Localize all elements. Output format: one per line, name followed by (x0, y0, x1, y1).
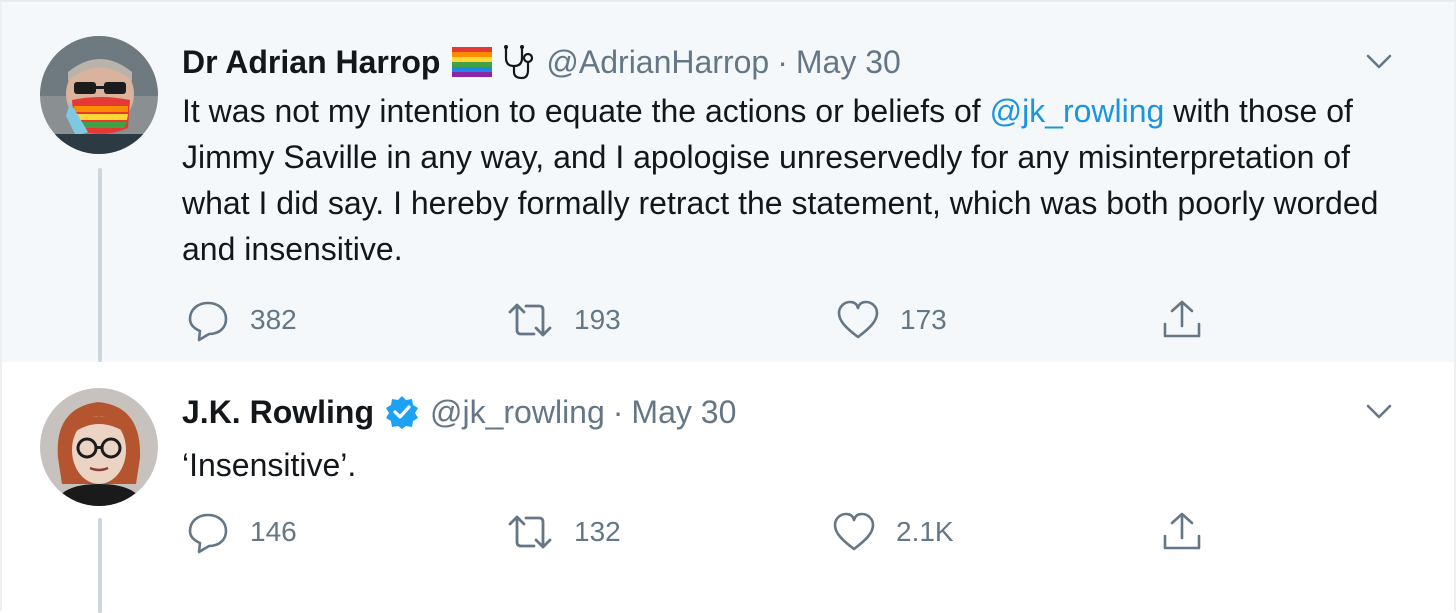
tweet-header: Dr Adrian Harrop @AdrianHarrop · May 30 (182, 42, 901, 82)
like-button[interactable]: 2.1K (832, 508, 954, 556)
heart-icon (837, 300, 879, 339)
retweet-button[interactable]: 132 (506, 508, 621, 556)
share-icon (1163, 512, 1201, 550)
reply-icon (188, 301, 228, 342)
retweet-count: 193 (574, 304, 621, 335)
tweet-actions: 382 193 173 (2, 296, 1454, 344)
heart-icon (833, 512, 875, 551)
avatar[interactable] (40, 36, 158, 154)
retweet-icon (508, 515, 552, 549)
tweet-text: ‘Insensitive’. (182, 447, 357, 483)
retweet-icon (508, 303, 552, 337)
avatar[interactable] (40, 388, 158, 506)
like-button[interactable]: 173 (836, 296, 947, 344)
reply-count: 382 (250, 304, 297, 335)
tweet-text: It was not my intention to equate the ac… (182, 88, 1402, 272)
mention-link[interactable]: @jk_rowling (990, 93, 1165, 129)
rainbow-flag-icon (452, 47, 493, 77)
separator-dot: · (612, 393, 624, 430)
retweet-count: 132 (574, 516, 621, 547)
chevron-down-icon[interactable] (1364, 46, 1394, 76)
like-count: 2.1K (896, 516, 954, 547)
tweet-text-part1: It was not my intention to equate the ac… (182, 93, 990, 129)
share-button[interactable] (1160, 296, 1224, 344)
verified-badge-icon (386, 396, 418, 429)
reply-icon (188, 513, 228, 554)
tweet-thread: Dr Adrian Harrop @AdrianHarrop · May 30 … (0, 0, 1456, 613)
tweet-date[interactable]: May 30 (796, 44, 901, 81)
tweet-date[interactable]: May 30 (631, 394, 736, 431)
author-name[interactable]: J.K. Rowling (182, 394, 374, 431)
share-icon (1163, 300, 1201, 338)
tweet-actions: 146 132 2.1K (2, 508, 1454, 556)
reply-button[interactable]: 146 (186, 508, 297, 556)
share-button[interactable] (1160, 508, 1224, 556)
tweet-adrian-harrop[interactable]: Dr Adrian Harrop @AdrianHarrop · May 30 … (2, 2, 1454, 362)
stethoscope-icon (504, 45, 534, 80)
author-handle[interactable]: @jk_rowling (430, 394, 605, 431)
tweet-header: J.K. Rowling @jk_rowling · May 30 (182, 392, 736, 432)
chevron-down-icon[interactable] (1364, 396, 1394, 426)
reply-count: 146 (250, 516, 297, 547)
retweet-button[interactable]: 193 (506, 296, 621, 344)
like-count: 173 (900, 304, 947, 335)
author-handle[interactable]: @AdrianHarrop (546, 44, 769, 81)
author-name[interactable]: Dr Adrian Harrop (182, 44, 440, 81)
separator-dot: · (777, 43, 788, 80)
tweet-jk-rowling[interactable]: J.K. Rowling @jk_rowling · May 30 ‘Insen… (2, 362, 1454, 613)
reply-button[interactable]: 382 (186, 296, 297, 344)
